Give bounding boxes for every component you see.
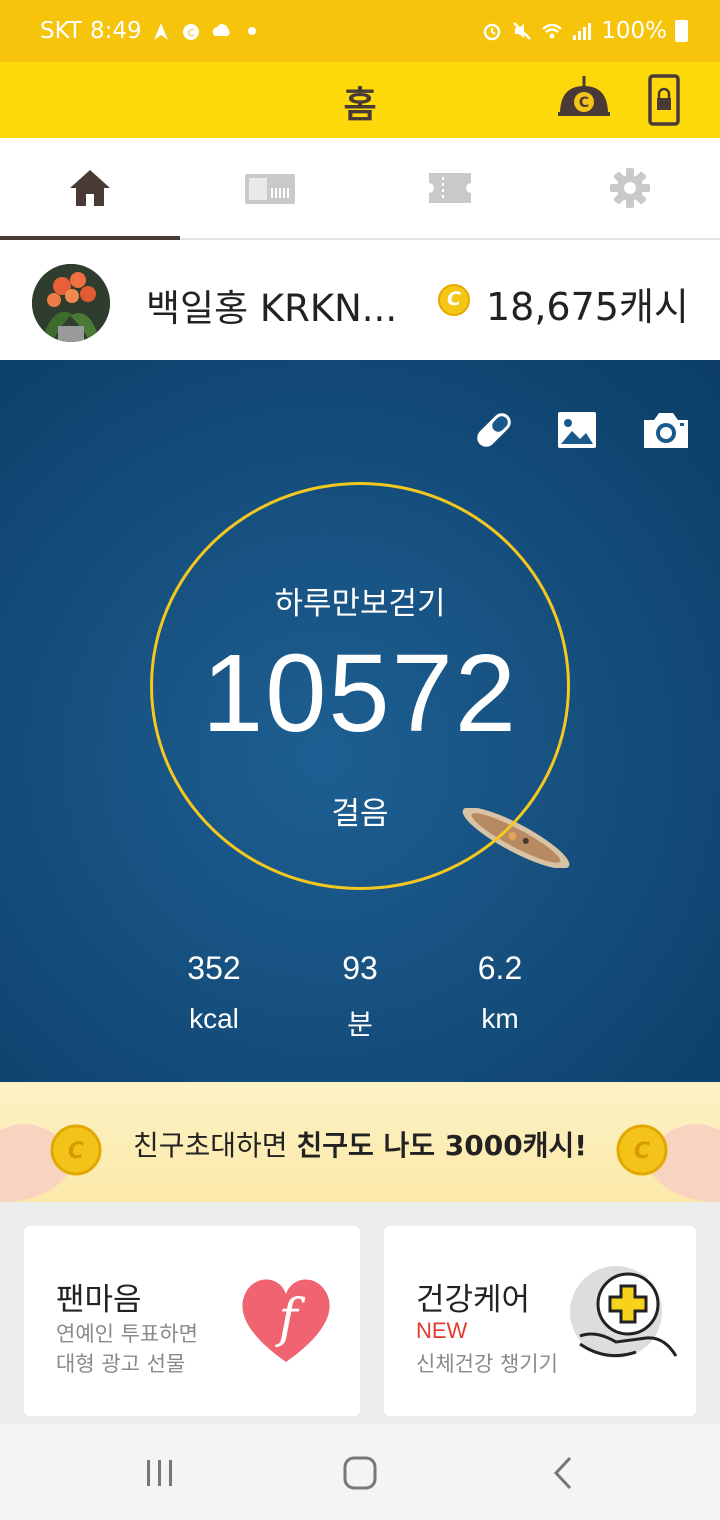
ticket-icon — [429, 173, 471, 203]
tab-bar — [0, 138, 720, 240]
fan-heart-icon: f — [242, 1279, 330, 1362]
new-badge: NEW — [416, 1318, 468, 1343]
clock: 8:49 — [89, 18, 142, 44]
camera-icon[interactable] — [640, 404, 692, 456]
cash-balance[interactable]: 18,675캐시 — [486, 276, 689, 331]
back-icon[interactable] — [538, 1448, 588, 1498]
card-desc: 신체건강 챙기기 — [416, 1352, 558, 1376]
more-notifications-dot — [247, 27, 256, 35]
profile-row: 백일홍 KRKN... C 18,675캐시 — [0, 240, 720, 360]
health-care-card[interactable]: 건강케어 NEW 신체건강 챙기기 — [384, 1226, 696, 1416]
recent-apps-icon[interactable] — [135, 1448, 185, 1498]
flower-photo — [32, 264, 110, 342]
user-name: 백일홍 KRKN... — [146, 287, 398, 330]
tmap-icon — [153, 23, 168, 40]
stat-unit: kcal — [189, 1003, 239, 1034]
stat-unit: km — [481, 1003, 519, 1034]
avatar[interactable] — [32, 264, 110, 342]
mute-icon — [513, 22, 532, 40]
phone-lock-icon[interactable] — [636, 72, 692, 128]
stat-unit: 분 — [347, 1009, 373, 1040]
image-icon[interactable] — [552, 404, 604, 456]
steps-unit: 걸음 — [331, 796, 389, 832]
wifi-icon — [542, 23, 563, 39]
page-title: 홈 — [343, 85, 377, 126]
tab-gift-card[interactable] — [180, 138, 360, 238]
system-nav-bar — [0, 1424, 720, 1520]
settings-icon — [610, 168, 650, 208]
notification-icon: C — [182, 24, 199, 40]
home-icon — [70, 170, 110, 206]
card-desc: 대형 광고 선물 — [56, 1352, 186, 1376]
cash-lock-icon[interactable]: C — [556, 72, 612, 128]
signal-icon — [573, 23, 592, 40]
step-count: 10572 — [202, 632, 518, 755]
tab-settings[interactable] — [540, 138, 720, 238]
step-counter-panel: 하루만보걷기 10572 걸음 352 kcal 93 분 6.2 km — [0, 360, 720, 1082]
svg-text:C: C — [187, 28, 194, 39]
battery-percent: 100% — [601, 18, 667, 44]
steps-title: 하루만보걷기 — [274, 586, 446, 622]
gift-card-icon — [245, 174, 295, 204]
status-bar: SKT 8:49 C 100% — [0, 0, 720, 62]
tab-home[interactable] — [0, 138, 180, 240]
stat-minutes: 93 분 — [300, 950, 420, 1043]
invite-banner[interactable]: C 친구초대하면 친구도 나도 3000캐시! C — [0, 1082, 720, 1202]
svg-text:C: C — [634, 1139, 650, 1164]
app-bar: 홈 C — [0, 62, 720, 138]
invite-text: 친구초대하면 친구도 나도 3000캐시! — [0, 1124, 720, 1164]
invite-text-bold: 친구도 나도 3000캐시! — [296, 1129, 587, 1162]
card-desc: 연예인 투표하면 — [56, 1322, 198, 1346]
home-nav-icon[interactable] — [335, 1448, 385, 1498]
card-title: 팬마음 — [56, 1282, 142, 1318]
stat-distance: 6.2 km — [440, 950, 560, 1035]
health-plus-icon — [570, 1266, 678, 1358]
fan-heart-card[interactable]: 팬마음 연예인 투표하면 대형 광고 선물 f — [24, 1226, 360, 1416]
carrier-label: SKT — [40, 18, 82, 44]
svg-text:C: C — [579, 95, 589, 111]
stat-value: 352 — [187, 950, 241, 986]
stat-value: 6.2 — [477, 950, 523, 986]
cloud-icon — [212, 24, 230, 36]
cash-coin-icon: C — [438, 284, 470, 316]
coin-symbol: C — [447, 288, 461, 310]
battery-icon — [675, 20, 688, 42]
stat-value: 93 — [342, 950, 378, 986]
stat-calories: 352 kcal — [154, 950, 274, 1035]
alarm-icon — [483, 23, 501, 41]
pill-icon[interactable] — [468, 404, 520, 456]
hand-coin-right-icon: C — [616, 1124, 720, 1202]
card-title: 건강케어 — [416, 1282, 531, 1318]
invite-text-normal: 친구초대하면 — [133, 1129, 297, 1162]
tab-ticket[interactable] — [360, 138, 540, 238]
